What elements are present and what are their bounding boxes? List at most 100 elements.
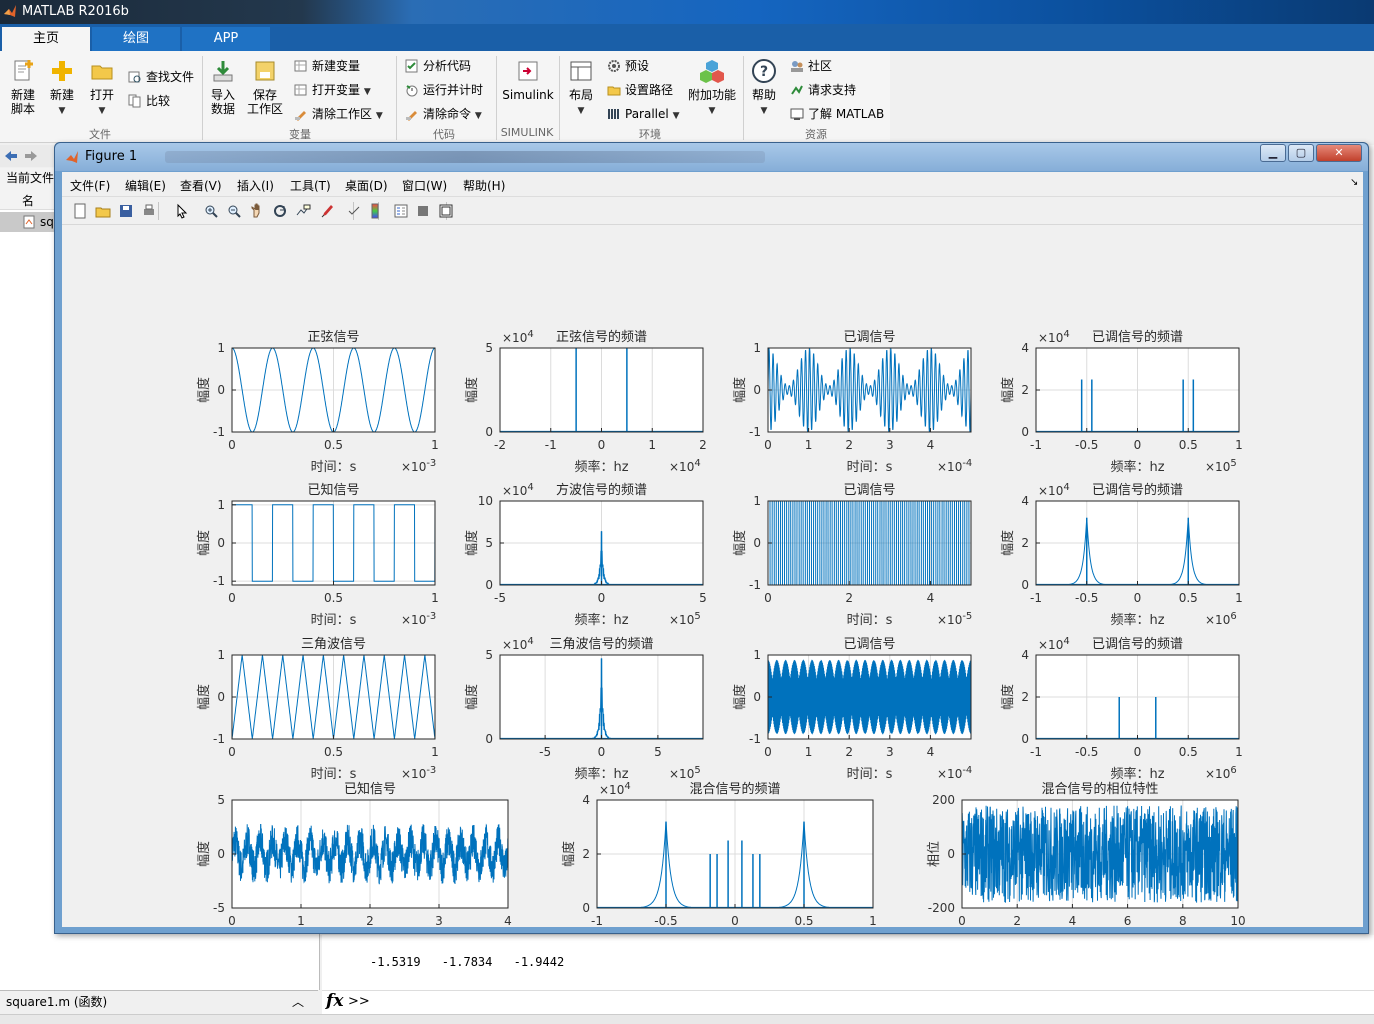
menu-insert[interactable]: 插入(I) bbox=[237, 177, 274, 194]
compare-button[interactable]: 比较 bbox=[128, 93, 170, 109]
figure-menubar: 文件(F) 编辑(E) 查看(V) 插入(I) 工具(T) 桌面(D) 窗口(W… bbox=[62, 172, 1363, 197]
menu-window[interactable]: 窗口(W) bbox=[402, 177, 447, 194]
chevron-up-icon[interactable]: ︿ bbox=[292, 991, 304, 1013]
x-tick-label: 2 bbox=[1013, 914, 1021, 927]
new-button[interactable]: 新建 ▼ bbox=[46, 58, 78, 118]
show-tools-icon[interactable] bbox=[438, 203, 454, 219]
learn-matlab-button[interactable]: 了解 MATLAB bbox=[790, 106, 884, 122]
analyze-code-button[interactable]: 分析代码 bbox=[405, 58, 471, 74]
community-button[interactable]: 社区 bbox=[790, 58, 832, 74]
hide-tools-icon[interactable] bbox=[415, 203, 431, 219]
back-forward-icon[interactable] bbox=[3, 149, 39, 163]
save-icon[interactable] bbox=[118, 203, 134, 219]
x-exponent-label: ×104 bbox=[669, 458, 701, 474]
menu-desktop[interactable]: 桌面(D) bbox=[345, 177, 388, 194]
zoom-in-icon[interactable] bbox=[203, 203, 219, 219]
y-axis-label: 幅度 bbox=[196, 684, 212, 710]
y-tick-label: 2 bbox=[1021, 690, 1029, 704]
analyze-code-label: 分析代码 bbox=[423, 59, 472, 73]
x-exponent-label: ×105 bbox=[669, 765, 701, 781]
import-data-button[interactable]: 导入 数据 bbox=[206, 58, 240, 116]
simulink-button[interactable]: Simulink bbox=[500, 58, 556, 102]
subplot-10: -5 0 5 0 5 三角波信号的频谱频率：hz 幅度 ×105 ×104 bbox=[464, 636, 704, 782]
data-cursor-icon[interactable] bbox=[295, 203, 311, 219]
zoom-out-icon[interactable] bbox=[226, 203, 242, 219]
y-tick-label: -200 bbox=[928, 901, 955, 915]
minimize-button[interactable]: ▁ bbox=[1260, 144, 1286, 162]
file-column-header[interactable]: 名 bbox=[0, 188, 60, 210]
x-exponent-label: ×10-4 bbox=[937, 458, 972, 474]
find-files-button[interactable]: 查找文件 bbox=[128, 69, 194, 85]
x-tick-label: 3 bbox=[886, 438, 894, 452]
x-tick-label: 2 bbox=[845, 438, 853, 452]
close-button[interactable]: ✕ bbox=[1316, 144, 1362, 162]
save-workspace-button[interactable]: 保存 工作区 bbox=[245, 58, 285, 116]
details-bar[interactable]: square1.m (函数) ︿ bbox=[0, 990, 318, 1014]
menubar-dock-icon[interactable]: ↘ bbox=[1350, 177, 1358, 188]
open-file-icon[interactable] bbox=[95, 203, 111, 219]
add-ons-button[interactable]: 附加功能 ▼ bbox=[686, 58, 738, 118]
link-icon[interactable] bbox=[346, 203, 362, 219]
m-file-icon bbox=[23, 215, 35, 229]
menu-tools[interactable]: 工具(T) bbox=[290, 177, 331, 194]
print-icon[interactable] bbox=[141, 203, 157, 219]
new-variable-button[interactable]: 新建变量 bbox=[294, 58, 360, 74]
command-prompt-line[interactable]: fx >> bbox=[322, 990, 1374, 1014]
open-button[interactable]: 打开 ▼ bbox=[86, 58, 118, 118]
rotate-icon[interactable] bbox=[272, 203, 288, 219]
brush-icon[interactable] bbox=[320, 203, 336, 219]
subplot-2: -2 -1 0 1 2 0 5 正弦信号的频谱频率：hz 幅度 ×104 ×104 bbox=[464, 329, 707, 475]
x-tick-label: 0 bbox=[731, 914, 739, 927]
menu-help[interactable]: 帮助(H) bbox=[463, 177, 505, 194]
x-tick-label: 0 bbox=[228, 438, 236, 452]
clear-workspace-label: 清除工作区 bbox=[312, 107, 373, 121]
figure-title-bar[interactable]: Figure 1 ▁ ▢ ✕ bbox=[55, 143, 1368, 171]
x-tick-label: 0 bbox=[764, 745, 772, 759]
layout-icon bbox=[570, 61, 592, 81]
clear-commands-button[interactable]: 清除命令 ▼ bbox=[405, 106, 482, 124]
set-path-button[interactable]: 设置路径 bbox=[607, 82, 673, 98]
tab-apps[interactable]: APP bbox=[182, 27, 270, 51]
preferences-button[interactable]: 预设 bbox=[607, 58, 649, 74]
subplot-5: 0 0.5 1-101已知信号时间：s幅度×10-3 bbox=[196, 482, 439, 628]
new-figure-icon[interactable] bbox=[72, 203, 88, 219]
x-exponent-label: ×10-5 bbox=[937, 611, 972, 627]
x-tick-label: 4 bbox=[927, 591, 935, 605]
maximize-button[interactable]: ▢ bbox=[1288, 144, 1314, 162]
clear-workspace-button[interactable]: 清除工作区 ▼ bbox=[294, 106, 383, 124]
tab-home[interactable]: 主页 bbox=[2, 27, 90, 51]
pointer-icon[interactable] bbox=[174, 203, 190, 219]
y-tick-label: -1 bbox=[213, 732, 225, 746]
axes-title: 三角波信号 bbox=[301, 637, 366, 652]
y-axis-label: 幅度 bbox=[732, 684, 748, 710]
colorbar-icon[interactable] bbox=[367, 203, 383, 219]
tab-plots[interactable]: 绘图 bbox=[92, 27, 180, 51]
add-ons-label: 附加功能 bbox=[687, 88, 736, 102]
learn-icon bbox=[790, 108, 804, 120]
help-button[interactable]: ? 帮助 ▼ bbox=[748, 58, 780, 118]
y-axis-label: 幅度 bbox=[732, 377, 748, 403]
run-and-time-button[interactable]: 运行并计时 bbox=[405, 82, 483, 98]
parallel-button[interactable]: Parallel ▼ bbox=[607, 106, 679, 124]
compare-icon bbox=[128, 94, 141, 108]
import-label-2: 数据 bbox=[210, 102, 235, 116]
menu-view[interactable]: 查看(V) bbox=[180, 177, 222, 194]
y-exponent-label: ×104 bbox=[1038, 482, 1070, 498]
axes-title: 已知信号 bbox=[344, 781, 396, 797]
menu-file[interactable]: 文件(F) bbox=[70, 177, 110, 194]
y-tick-label: 4 bbox=[582, 793, 590, 807]
legend-icon[interactable] bbox=[393, 203, 409, 219]
menu-edit[interactable]: 编辑(E) bbox=[125, 177, 166, 194]
x-tick-label: 0 bbox=[598, 438, 606, 452]
request-support-button[interactable]: 请求支持 bbox=[790, 82, 856, 98]
open-variable-button[interactable]: 打开变量 ▼ bbox=[294, 82, 371, 100]
file-list-item[interactable]: sq bbox=[0, 212, 60, 232]
layout-button[interactable]: 布局 ▼ bbox=[564, 58, 598, 118]
parallel-icon bbox=[608, 109, 619, 119]
fx-icon[interactable]: fx bbox=[326, 991, 343, 1011]
new-script-button[interactable]: 新建 脚本 bbox=[6, 58, 40, 116]
y-tick-label: 0 bbox=[217, 847, 225, 861]
x-axis-label: 频率：hz bbox=[574, 612, 628, 628]
pan-icon[interactable] bbox=[249, 203, 265, 219]
y-tick-label: 1 bbox=[753, 648, 761, 662]
